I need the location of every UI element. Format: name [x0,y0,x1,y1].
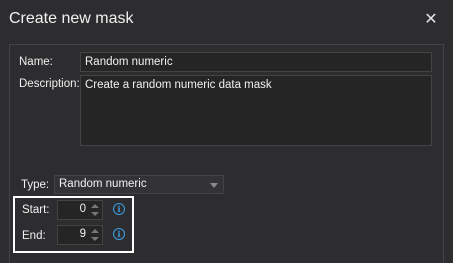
start-info-icon[interactable]: i [113,203,125,215]
name-input[interactable] [80,52,432,72]
end-label: End: [22,230,46,242]
description-input[interactable]: Create a random numeric data mask [80,75,432,146]
start-value: 0 [79,203,86,215]
stepper-down-icon[interactable] [91,212,99,216]
chevron-down-icon [210,183,218,188]
end-stepper[interactable]: 9 [57,225,103,245]
name-label: Name: [19,56,53,68]
stepper-up-icon[interactable] [91,229,99,233]
type-label: Type: [21,179,50,191]
type-select-value: Random numeric [59,178,147,190]
description-label: Description: [19,78,80,90]
window-title: Create new mask [9,10,134,27]
close-icon[interactable]: ✕ [421,9,441,29]
title-bar: Create new mask ✕ [0,0,453,38]
stepper-up-icon[interactable] [91,204,99,208]
end-value: 9 [79,228,86,240]
type-select[interactable]: Random numeric [54,175,224,194]
end-info-icon[interactable]: i [113,228,125,240]
stepper-down-icon[interactable] [91,237,99,241]
start-stepper[interactable]: 0 [57,200,103,220]
start-label: Start: [22,204,50,216]
